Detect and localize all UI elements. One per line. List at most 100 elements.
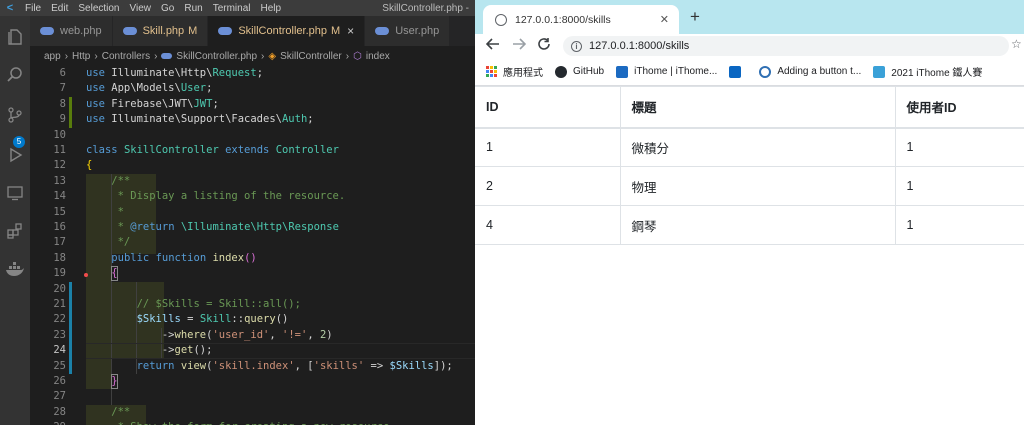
modified-indicator: M — [188, 25, 198, 37]
code-line: 22 $Skills = Skill::query() — [30, 312, 475, 327]
arrow-right-icon — [513, 38, 527, 50]
new-tab-button[interactable]: + — [685, 7, 705, 27]
extensions-icon[interactable] — [5, 222, 25, 242]
code-editor[interactable]: 6 use Illuminate\Http\Request; 7 use App\M… — [30, 66, 475, 425]
browser-tab-title: 127.0.0.1:8000/skills — [515, 13, 611, 26]
tab-label: SkillController.php — [238, 25, 327, 37]
cell-id: 1 — [475, 127, 620, 167]
code-line: 25 return view('skill.index', ['skills' … — [30, 359, 475, 374]
line-number: 11 — [53, 144, 66, 156]
line-number: 27 — [53, 390, 66, 403]
tab-web-php[interactable]: web.php — [30, 16, 113, 46]
source-control-icon[interactable] — [5, 106, 25, 126]
code-line: 8 use Firebase\JWT\JWT; — [30, 97, 475, 112]
ithome-icon — [616, 65, 629, 78]
run-debug-icon[interactable] — [5, 146, 25, 166]
browser-toolbar: i 127.0.0.1:8000/skills ☆ — [475, 34, 1024, 58]
close-tab-icon[interactable]: ✕ — [660, 13, 669, 26]
address-bar[interactable]: i 127.0.0.1:8000/skills — [563, 36, 1009, 56]
menu-selection[interactable]: Selection — [73, 3, 124, 14]
search-icon[interactable] — [5, 66, 25, 86]
table-row: 4 鋼琴 1 — [475, 205, 1024, 245]
code-line: 27 — [30, 389, 475, 404]
tab-label: User.php — [395, 25, 440, 37]
chevron-right-icon: › — [261, 50, 265, 62]
info-icon[interactable]: i — [571, 40, 582, 52]
bookmark-github[interactable]: GitHub — [555, 65, 604, 78]
reload-icon — [538, 38, 550, 50]
code-line: 13 /** — [30, 174, 475, 189]
bookmark-ithome[interactable]: iThome | iThome... — [616, 65, 717, 78]
bookmark-apps[interactable]: 應用程式 — [486, 64, 543, 79]
line-number: 20 — [53, 282, 66, 295]
line-number: 18 — [53, 251, 66, 264]
code-line: 24 ->get(); — [30, 343, 475, 358]
cell-user-id: 1 — [894, 205, 1024, 245]
reload-button[interactable] — [535, 37, 553, 55]
line-number: 16 — [53, 221, 66, 233]
line-number: 29 — [30, 420, 66, 425]
line-number: 28 — [53, 405, 66, 418]
table-row: 1 微積分 1 — [475, 127, 1024, 167]
bookmark-adding-button[interactable]: Adding a button t... — [759, 65, 862, 78]
menu-view[interactable]: View — [125, 3, 157, 14]
chevron-right-icon: › — [154, 50, 158, 62]
remote-explorer-icon[interactable] — [5, 184, 25, 204]
cell-user-id: 1 — [894, 127, 1024, 167]
tab-skillcontroller-php[interactable]: SkillController.php M × — [208, 16, 366, 46]
cell-title: 鋼琴 — [619, 205, 895, 245]
menu-file[interactable]: File — [20, 3, 46, 14]
explorer-icon[interactable] — [5, 28, 25, 48]
browser-tab[interactable]: 127.0.0.1:8000/skills ✕ — [483, 5, 679, 34]
breadcrumb-item[interactable]: Http — [72, 51, 90, 62]
menu-help[interactable]: Help — [256, 3, 287, 14]
browser-window: 127.0.0.1:8000/skills ✕ + i 127.0.0.1:80… — [475, 0, 1024, 425]
address-url: 127.0.0.1:8000/skills — [589, 40, 690, 52]
tab-user-php[interactable]: User.php — [365, 16, 451, 46]
activity-bar: 5 — [0, 16, 30, 425]
table-row: 2 物理 1 — [475, 166, 1024, 206]
breadcrumb-item[interactable]: SkillController.php — [176, 51, 257, 62]
line-number: 19 — [53, 267, 66, 280]
php-file-icon — [218, 27, 233, 35]
menu-terminal[interactable]: Terminal — [208, 3, 256, 14]
code-line: 29 * Show the form for creating a new re… — [30, 420, 475, 425]
bookmark-ironman[interactable]: 2021 iThome 鐵人賽 — [873, 64, 982, 79]
close-tab-icon[interactable]: × — [347, 24, 354, 38]
editor-tab-bar: web.php Skill.php M SkillController.php … — [30, 16, 475, 46]
menu-edit[interactable]: Edit — [46, 3, 73, 14]
code-line: 6 use Illuminate\Http\Request; — [30, 66, 475, 81]
line-number: 8 — [59, 97, 66, 110]
line-number: 22 — [53, 313, 66, 326]
vscode-logo-icon: < — [6, 2, 14, 14]
menu-go[interactable]: Go — [156, 3, 179, 14]
docker-icon[interactable] — [5, 261, 25, 281]
bookmark-linkedin[interactable] — [729, 65, 747, 78]
column-header-title: 標題 — [619, 86, 895, 129]
cell-title: 微積分 — [619, 127, 895, 167]
bookmark-label: Adding a button t... — [777, 66, 862, 77]
page-content: ID 標題 使用者ID 1 微積分 1 2 物理 1 4 鋼琴 1 — [475, 86, 1024, 425]
breadcrumb-item[interactable]: index — [366, 51, 390, 62]
breadcrumb-item[interactable]: Controllers — [102, 51, 150, 62]
cell-id: 2 — [475, 166, 620, 206]
line-number: 12 — [53, 159, 66, 172]
forward-button[interactable] — [510, 37, 528, 55]
code-line: 15 * — [30, 205, 475, 220]
star-icon[interactable]: ☆ — [1011, 37, 1022, 51]
breadcrumb-item[interactable]: app — [44, 51, 61, 62]
php-file-icon — [40, 27, 54, 35]
code-line: 16 * @return \Illuminate\Http\Response — [30, 220, 475, 235]
tab-skill-php[interactable]: Skill.php M — [112, 16, 209, 46]
linkedin-icon — [729, 65, 742, 78]
breadcrumb-item[interactable]: SkillController — [280, 51, 342, 62]
line-number: 21 — [53, 298, 66, 310]
skills-table: ID 標題 使用者ID 1 微積分 1 2 物理 1 4 鋼琴 1 — [475, 86, 1024, 245]
apps-grid-icon — [486, 66, 497, 77]
code-line: 17 */ — [30, 235, 475, 250]
back-button[interactable] — [484, 37, 502, 55]
cell-user-id: 1 — [894, 166, 1024, 206]
menu-run[interactable]: Run — [179, 3, 207, 14]
breadcrumb: app › Http › Controllers › SkillControll… — [30, 46, 475, 66]
column-header-user-id: 使用者ID — [894, 86, 1024, 129]
